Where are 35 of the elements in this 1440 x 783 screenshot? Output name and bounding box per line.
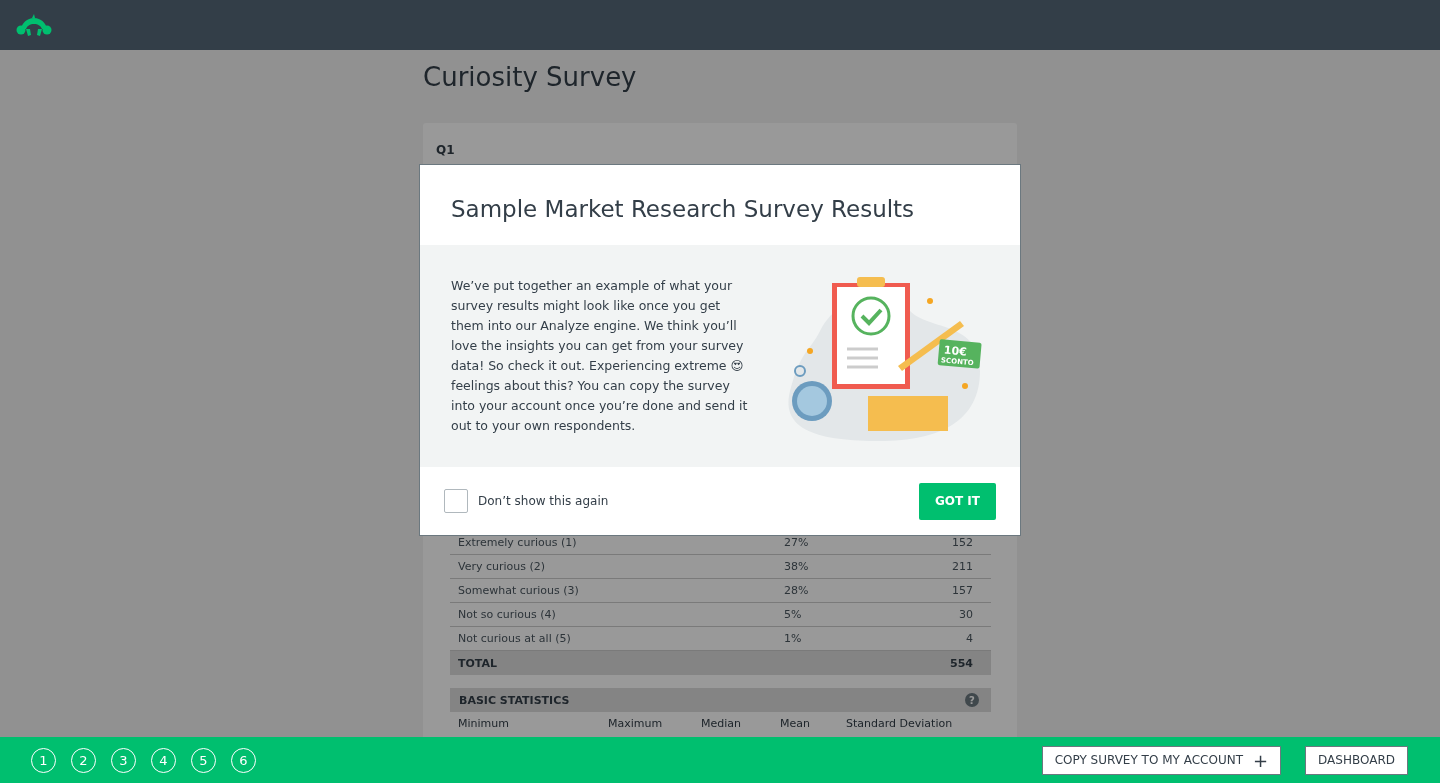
count-cell: 30 [959, 608, 973, 621]
logo-icon[interactable] [16, 13, 52, 37]
statistic-heading: Minimum [458, 717, 510, 730]
statistic-heading: Maximum [608, 717, 664, 730]
answer-cell-text: Extremely curious (1) [458, 536, 578, 549]
statistic-heading: Standard Deviation [846, 717, 954, 730]
count-cell: 4 [966, 632, 973, 645]
statistics-title: BASIC STATISTICS [459, 693, 570, 707]
total-count: 554 [950, 656, 973, 670]
answer-cell-text: Somewhat curious (3) [458, 584, 580, 597]
answer-cell-text: Not curious at all (5) [458, 632, 572, 645]
statistic-heading: Median [701, 717, 742, 730]
question-label: Q1 [436, 143, 455, 157]
survey-title: Curiosity Survey [423, 62, 638, 94]
percent-cell-text: 28% [784, 584, 810, 597]
count-cell: 152 [952, 536, 973, 549]
plus-icon: + [1253, 749, 1269, 771]
checkbox[interactable] [444, 489, 468, 513]
percent-cell-text: 5% [784, 608, 803, 621]
modal-description: We’ve put together an example of what your survey results might look like once you get them into our Analyze engine. We think you’ll love the insights you can get from your survey data! So check it out. Experiencing extreme 😍 feelings about this? You can copy the survey into your account once you’re done and send it out to your own respondents. [451, 277, 749, 435]
modal-title: Sample Market Research Survey Results [450, 195, 916, 224]
percent-cell-text: 27% [784, 536, 810, 549]
percent-cell-text: 38% [784, 560, 810, 573]
answer-cell-text: Very curious (2) [458, 560, 547, 573]
checkbox-label[interactable]: Don’t show this again [478, 494, 609, 508]
answer-cell-text: Not so curious (4) [458, 608, 557, 621]
percent-cell-text: 1% [784, 632, 803, 645]
help-icon[interactable]: ? [965, 693, 979, 707]
dashboard-button[interactable]: DASHBOARD [1305, 745, 1408, 775]
copy-survey-button[interactable]: COPY SURVEY TO MY ACCOUNT + [1041, 745, 1282, 775]
statistic-heading: Mean [780, 717, 811, 730]
total-label: TOTAL [458, 656, 499, 670]
count-cell: 157 [952, 584, 973, 597]
count-cell: 211 [952, 560, 973, 573]
got-it-button[interactable]: GOT IT [918, 482, 996, 520]
